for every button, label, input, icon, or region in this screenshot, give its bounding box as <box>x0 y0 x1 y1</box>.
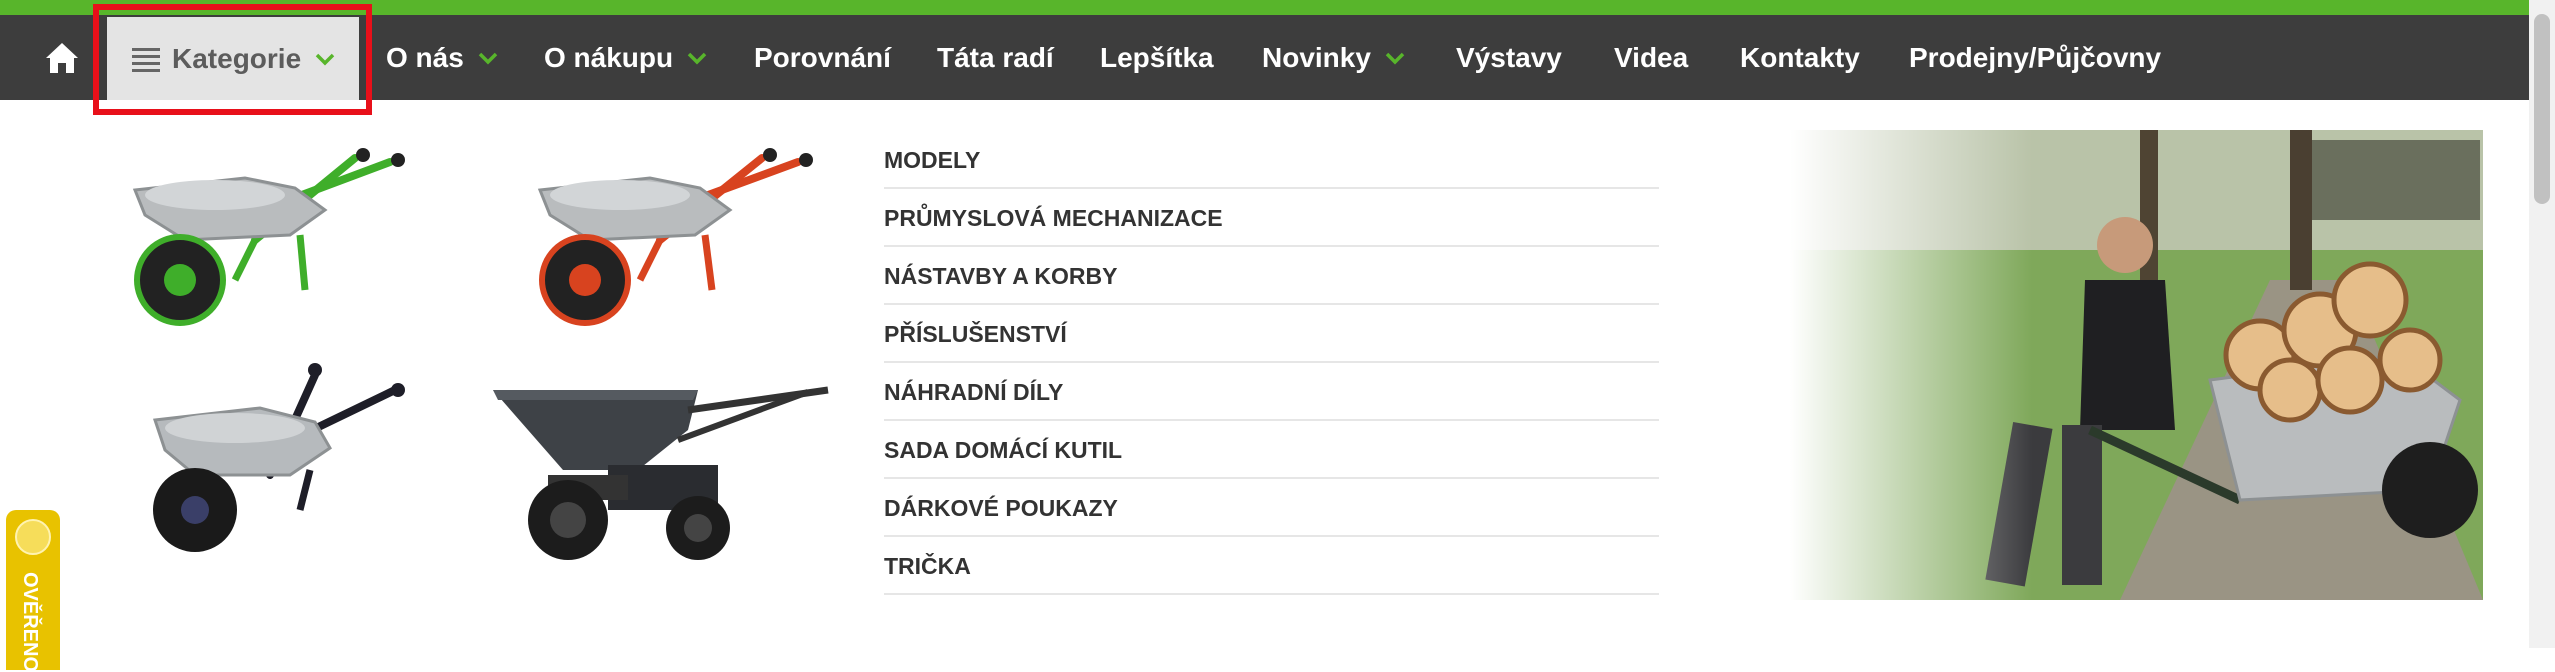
motorized-dumper-image[interactable] <box>488 370 833 570</box>
verified-badge-label: OVĚŘENO <box>19 572 41 672</box>
wheelbarrow-red-image[interactable] <box>530 140 815 340</box>
chevron-down-icon <box>1385 52 1405 64</box>
category-link-nastavby-a-korby[interactable]: NÁSTAVBY A KORBY <box>884 247 1659 305</box>
scrollbar[interactable] <box>2529 0 2555 648</box>
wheelbarrow-green-image[interactable] <box>125 140 410 340</box>
category-link-nahradni-dily[interactable]: NÁHRADNÍ DÍLY <box>884 363 1659 421</box>
nav-item-kontakty[interactable]: Kontakty <box>1740 15 1860 100</box>
nav-item-prodejny[interactable]: Prodejny/Půjčovny <box>1909 15 2161 100</box>
wheelbarrow-black-image[interactable] <box>140 360 410 560</box>
home-button[interactable] <box>44 15 80 100</box>
category-list: MODELY PRŮMYSLOVÁ MECHANIZACE NÁSTAVBY A… <box>884 131 1659 595</box>
nav-item-label: Porovnání <box>754 41 891 73</box>
nav-item-label: O nákupu <box>544 41 674 73</box>
verified-badge[interactable]: OVĚŘENO <box>6 510 60 672</box>
nav-item-label: Kategorie <box>172 42 302 74</box>
nav-item-vystavy[interactable]: Výstavy <box>1456 15 1562 100</box>
category-link-prislusenstvi[interactable]: PŘÍSLUŠENSTVÍ <box>884 305 1659 363</box>
man-pushing-wheelbarrow-photo <box>1790 130 2483 600</box>
nav-item-label: Prodejny/Půjčovny <box>1909 41 2162 73</box>
category-link-tricka[interactable]: TRIČKA <box>884 537 1659 595</box>
nav-item-label: Výstavy <box>1456 41 1562 73</box>
nav-item-o-nakupu[interactable]: O nákupu <box>544 15 707 100</box>
category-link-sada-domaci-kutil[interactable]: SADA DOMÁCÍ KUTIL <box>884 421 1659 479</box>
category-link-prumyslova-mechanizace[interactable]: PRŮMYSLOVÁ MECHANIZACE <box>884 189 1659 247</box>
chevron-down-icon <box>478 52 498 64</box>
category-link-darkove-poukazy[interactable]: DÁRKOVÉ POUKAZY <box>884 479 1659 537</box>
verified-logo-icon <box>15 519 51 555</box>
nav-item-label: Kontakty <box>1740 41 1860 73</box>
nav-item-label: Táta radí <box>937 41 1054 73</box>
nav-item-videa[interactable]: Videa <box>1614 15 1688 100</box>
nav-item-porovnani[interactable]: Porovnání <box>754 15 891 100</box>
menu-icon <box>132 47 160 72</box>
nav-item-lepsitka[interactable]: Lepšítka <box>1100 15 1214 100</box>
nav-item-tata-radi[interactable]: Táta radí <box>937 15 1054 100</box>
nav-item-label: Lepšítka <box>1100 41 1214 73</box>
nav-item-novinky[interactable]: Novinky <box>1262 15 1405 100</box>
nav-item-kategorie[interactable]: Kategorie <box>107 17 359 100</box>
nav-item-o-nas[interactable]: O nás <box>386 15 498 100</box>
category-link-modely[interactable]: MODELY <box>884 131 1659 189</box>
accent-stripe <box>0 0 2555 15</box>
nav-item-label: Videa <box>1614 41 1689 73</box>
main-navigation: Kategorie O nás O nákupu Porovnání Táta … <box>0 15 2555 100</box>
chevron-down-icon <box>315 53 335 65</box>
scrollbar-thumb[interactable] <box>2534 14 2550 204</box>
chevron-down-icon <box>687 52 707 64</box>
nav-item-label: O nás <box>386 41 464 73</box>
home-icon <box>46 42 78 73</box>
nav-item-label: Novinky <box>1262 41 1371 73</box>
